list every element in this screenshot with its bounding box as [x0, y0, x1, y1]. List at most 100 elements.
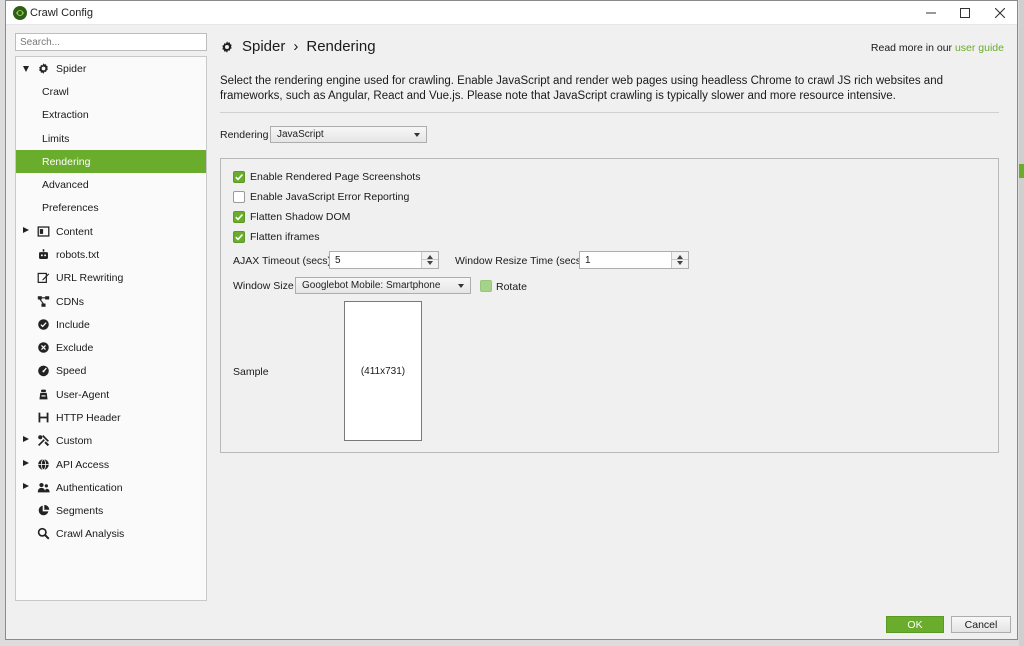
- sidebar-item-label: Segments: [56, 504, 104, 517]
- content-icon: [36, 225, 50, 239]
- sidebar-item-robots[interactable]: robots.txt: [16, 243, 206, 266]
- window-size-value: Googlebot Mobile: Smartphone: [302, 280, 441, 291]
- ok-button[interactable]: OK: [886, 616, 944, 633]
- shadow-dom-option[interactable]: Flatten Shadow DOM: [233, 211, 350, 223]
- sidebar-item-label: Custom: [56, 434, 93, 447]
- sidebar-item-http-header[interactable]: HTTP Header: [16, 406, 206, 429]
- window-resize-stepper[interactable]: 1: [579, 251, 689, 269]
- window-resize-value: 1: [585, 254, 591, 266]
- js-errors-option[interactable]: Enable JavaScript Error Reporting: [233, 191, 409, 203]
- sidebar-item-segments[interactable]: Segments: [16, 499, 206, 522]
- ajax-timeout-value: 5: [335, 254, 341, 266]
- speedometer-icon: [36, 364, 50, 378]
- maximize-icon: [960, 8, 970, 18]
- sidebar-item-rendering[interactable]: Rendering: [16, 150, 206, 173]
- maximize-button[interactable]: [948, 1, 982, 25]
- gear-icon: [36, 62, 50, 76]
- sidebar-item-advanced[interactable]: Advanced: [16, 173, 206, 196]
- background-app-strip: [1019, 0, 1024, 646]
- sidebar-item-limits[interactable]: Limits: [16, 127, 206, 150]
- sidebar-item-authentication[interactable]: Authentication: [16, 476, 206, 499]
- sidebar-item-label: Rendering: [42, 155, 91, 168]
- sidebar-item-label: Exclude: [56, 341, 94, 354]
- breadcrumb-section: Spider: [242, 38, 286, 55]
- iframes-label: Flatten iframes: [250, 231, 320, 243]
- window-size-select[interactable]: Googlebot Mobile: Smartphone: [295, 277, 471, 294]
- divider: [220, 112, 999, 113]
- network-icon: [36, 295, 50, 309]
- screenshots-checkbox[interactable]: [233, 171, 245, 183]
- rendering-select[interactable]: JavaScript: [270, 126, 427, 143]
- search-icon: [36, 527, 50, 541]
- x-circle-icon: [36, 341, 50, 355]
- title-bar[interactable]: Crawl Config: [6, 1, 1017, 25]
- sidebar-item-label: Limits: [42, 132, 70, 145]
- sidebar-item-spider[interactable]: Spider: [16, 57, 206, 80]
- users-icon: [36, 481, 50, 495]
- search-input[interactable]: [15, 33, 207, 51]
- rendering-select-value: JavaScript: [277, 129, 324, 140]
- sidebar-item-cdns[interactable]: CDNs: [16, 290, 206, 313]
- crawl-config-window: Crawl Config Spider Crawl Extraction Lim…: [5, 0, 1018, 640]
- caret-down-icon[interactable]: [23, 66, 29, 72]
- sidebar-item-url-rewriting[interactable]: URL Rewriting: [16, 266, 206, 289]
- checkmark-icon: [235, 214, 243, 221]
- iframes-checkbox[interactable]: [233, 231, 245, 243]
- ajax-timeout-spin-buttons[interactable]: [421, 252, 438, 268]
- cancel-button[interactable]: Cancel: [951, 616, 1011, 633]
- caret-right-icon[interactable]: [23, 227, 29, 233]
- page-description: Select the rendering engine used for cra…: [220, 75, 943, 102]
- sidebar-item-custom[interactable]: Custom: [16, 429, 206, 452]
- caret-right-icon[interactable]: [23, 436, 29, 442]
- window-title: Crawl Config: [30, 7, 93, 19]
- sidebar-item-speed[interactable]: Speed: [16, 359, 206, 382]
- caret-right-icon[interactable]: [23, 483, 29, 489]
- js-errors-checkbox[interactable]: [233, 191, 245, 203]
- window-resize-label: Window Resize Time (secs): [455, 255, 585, 267]
- spin-down-icon[interactable]: [427, 261, 433, 265]
- sidebar-item-label: Authentication: [56, 481, 123, 494]
- sidebar-item-label: Content: [56, 225, 93, 238]
- sidebar-item-crawl-analysis[interactable]: Crawl Analysis: [16, 522, 206, 545]
- sidebar-item-include[interactable]: Include: [16, 313, 206, 336]
- sidebar-item-label: Extraction: [42, 108, 89, 121]
- sidebar-item-content[interactable]: Content: [16, 220, 206, 243]
- header-icon: [36, 411, 50, 425]
- spin-down-icon[interactable]: [677, 261, 683, 265]
- breadcrumb-separator: ›: [293, 38, 299, 55]
- minimize-button[interactable]: [914, 1, 948, 25]
- caret-right-icon[interactable]: [23, 460, 29, 466]
- ajax-timeout-stepper[interactable]: 5: [329, 251, 439, 269]
- close-button[interactable]: [983, 1, 1017, 25]
- user-guide-link[interactable]: user guide: [955, 42, 1004, 54]
- shadow-dom-label: Flatten Shadow DOM: [250, 211, 351, 223]
- robot-icon: [36, 248, 50, 262]
- iframes-option[interactable]: Flatten iframes: [233, 231, 319, 243]
- sidebar-item-label: Spider: [56, 62, 87, 75]
- edit-icon: [36, 271, 50, 285]
- sidebar-item-user-agent[interactable]: User-Agent: [16, 383, 206, 406]
- shadow-dom-checkbox[interactable]: [233, 211, 245, 223]
- sidebar-item-label: HTTP Header: [56, 411, 121, 424]
- sidebar-item-label: API Access: [56, 458, 110, 471]
- sample-dimensions: (411x731): [360, 365, 406, 377]
- sidebar-item-preferences[interactable]: Preferences: [16, 196, 206, 219]
- minimize-icon: [926, 12, 936, 14]
- window-resize-spin-buttons[interactable]: [671, 252, 688, 268]
- sidebar-item-label: Preferences: [42, 201, 99, 214]
- sidebar-item-api-access[interactable]: API Access: [16, 453, 206, 476]
- tools-icon: [36, 434, 50, 448]
- sidebar-item-extraction[interactable]: Extraction: [16, 103, 206, 126]
- sidebar-item-label: Include: [56, 318, 90, 331]
- sidebar-item-exclude[interactable]: Exclude: [16, 336, 206, 359]
- read-more-prefix: Read more in our: [870, 42, 953, 54]
- rotate-checkbox[interactable]: [480, 280, 492, 292]
- config-tree: Spider Crawl Extraction Limits Rendering…: [15, 56, 207, 601]
- sidebar-item-crawl[interactable]: Crawl: [16, 80, 206, 103]
- chevron-down-icon: [458, 284, 464, 288]
- ajax-timeout-label: AJAX Timeout (secs): [233, 255, 332, 267]
- screenshots-option[interactable]: Enable Rendered Page Screenshots: [233, 171, 420, 183]
- sample-label: Sample: [233, 366, 269, 378]
- sidebar-item-label: CDNs: [56, 295, 84, 308]
- read-more: Read more in our user guide: [871, 42, 1004, 54]
